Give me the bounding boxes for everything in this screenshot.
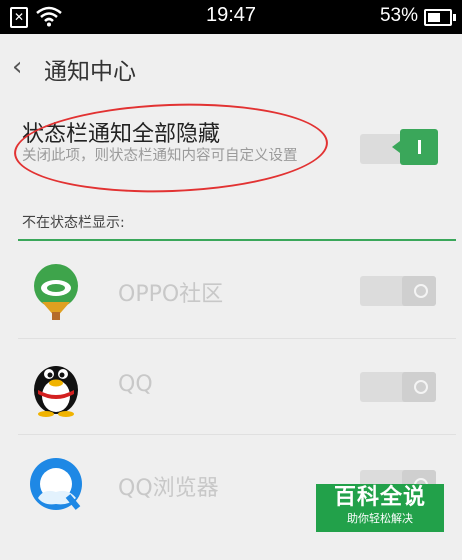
status-bar: ✕ 19:47 53% bbox=[0, 0, 462, 34]
toggle-knob bbox=[402, 276, 436, 306]
section-divider bbox=[18, 239, 456, 241]
oppo-community-icon bbox=[34, 264, 78, 320]
app-name: OPPO社区 bbox=[118, 282, 224, 307]
app-toggle-oppo-community[interactable] bbox=[360, 270, 440, 308]
app-name: QQ浏览器 bbox=[118, 476, 219, 501]
row-divider bbox=[18, 338, 456, 339]
header: ‹ 通知中心 bbox=[0, 34, 462, 100]
qq-penguin-icon bbox=[34, 366, 78, 417]
watermark-subtitle: 助你轻松解决 bbox=[347, 512, 413, 525]
app-row-oppo-community[interactable]: OPPO社区 bbox=[0, 246, 462, 336]
battery-percent: 53% bbox=[379, 5, 418, 26]
hide-all-toggle[interactable] bbox=[360, 128, 440, 166]
page-title: 通知中心 bbox=[44, 59, 136, 85]
watermark-title: 百科全说 bbox=[333, 485, 426, 510]
chevron-left-icon: ‹ bbox=[12, 52, 23, 82]
toggle-knob bbox=[402, 372, 436, 402]
app-name: QQ bbox=[118, 372, 153, 397]
app-toggle-qq[interactable] bbox=[360, 366, 440, 404]
watermark-logo: 百科全说 助你轻松解决 bbox=[316, 484, 444, 532]
toggle-knob bbox=[392, 129, 438, 165]
row-divider bbox=[18, 434, 456, 435]
back-button[interactable]: ‹ bbox=[12, 52, 22, 82]
section-label: 不在状态栏显示: bbox=[22, 215, 125, 231]
qq-browser-icon bbox=[30, 458, 82, 510]
battery-icon bbox=[424, 9, 456, 26]
app-row-qq[interactable]: QQ bbox=[0, 342, 462, 432]
